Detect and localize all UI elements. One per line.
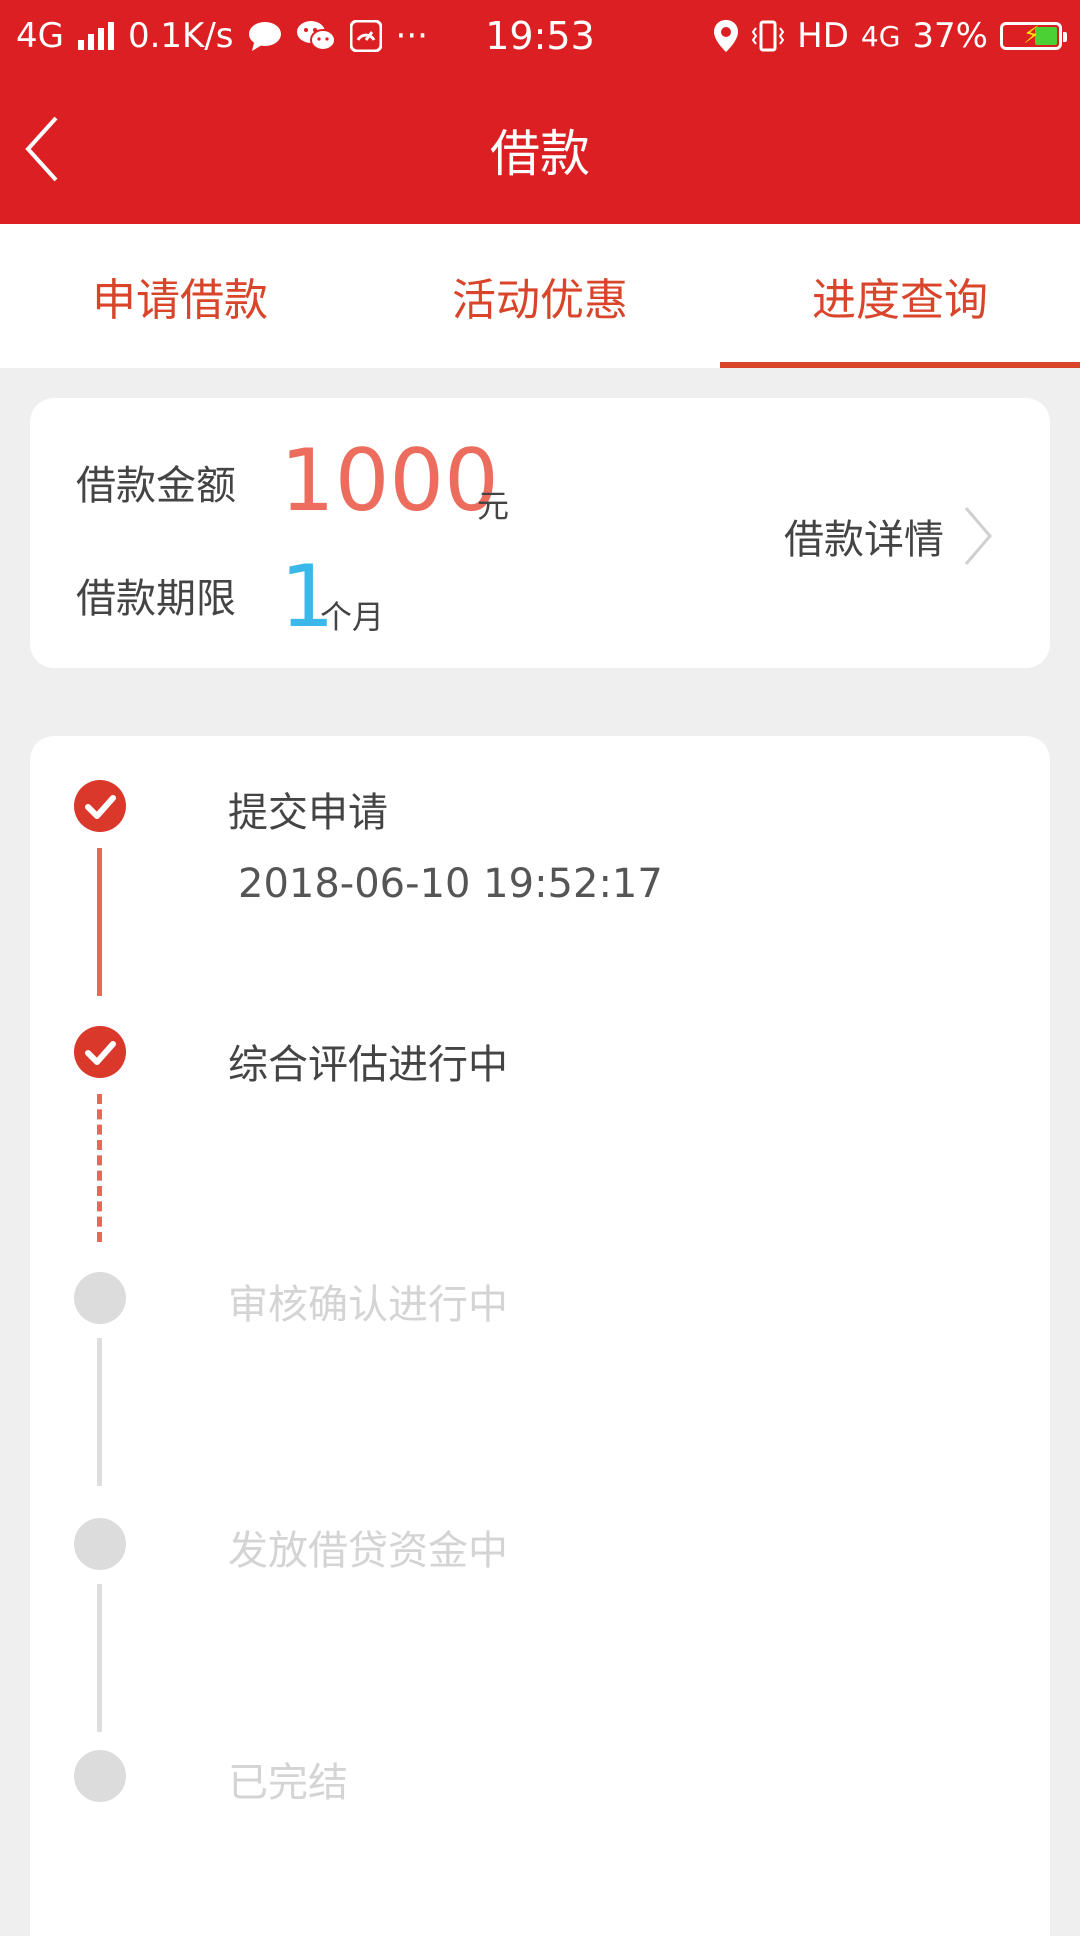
battery-icon: ⚡ [1000, 21, 1067, 50]
tab-apply-loan[interactable]: 申请借款 [0, 224, 360, 368]
step-label: 已完结 [228, 1760, 348, 1806]
timeline-connector [97, 1338, 102, 1486]
loan-summary-card: 借款金额 1000 元 借款期限 1 个月 借款详情 [30, 398, 1050, 668]
step-timestamp: 2018-06-10 19:52:17 [238, 861, 663, 907]
step-label: 综合评估进行中 [228, 1042, 508, 1088]
check-icon [74, 1026, 126, 1078]
status-bar: 4G 0.1K/s ··· 19:53 HD 4G 37% ⚡ [0, 0, 1080, 76]
amount-label: 借款金额 [76, 463, 236, 509]
step-label: 审核确认进行中 [228, 1282, 508, 1328]
location-icon [714, 20, 739, 52]
tab-progress-query[interactable]: 进度查询 [720, 224, 1080, 368]
tab-bar: 申请借款 活动优惠 进度查询 [0, 224, 1080, 368]
progress-timeline-card: 提交申请 2018-06-10 19:52:17 综合评估进行中 审核确认进行中… [30, 736, 1050, 1936]
step-label: 发放借贷资金中 [228, 1528, 508, 1574]
timeline-connector [97, 1094, 102, 1242]
pending-circle-icon [74, 1750, 126, 1802]
app-header: 借款 [0, 76, 1080, 224]
timeline-connector [97, 1584, 102, 1732]
chevron-right-icon [964, 507, 992, 565]
timeline-connector [97, 848, 102, 996]
tab-promotions[interactable]: 活动优惠 [360, 224, 720, 368]
term-unit: 个月 [320, 598, 385, 636]
vibrate-icon [751, 20, 785, 52]
pending-circle-icon [74, 1272, 126, 1324]
amount-unit: 元 [477, 487, 510, 525]
battery-percent: 37% [912, 16, 988, 56]
step-label: 提交申请 [228, 790, 388, 836]
check-icon [74, 780, 126, 832]
loan-detail-label: 借款详情 [784, 517, 944, 563]
hd-indicator: HD [797, 16, 849, 56]
amount-value: 1000 [280, 431, 499, 531]
page-title: 借款 [490, 125, 590, 183]
term-label: 借款期限 [76, 576, 236, 622]
network-type-right: 4G [860, 19, 901, 53]
pending-circle-icon [74, 1518, 126, 1570]
loan-detail-link[interactable]: 借款详情 [784, 506, 994, 566]
